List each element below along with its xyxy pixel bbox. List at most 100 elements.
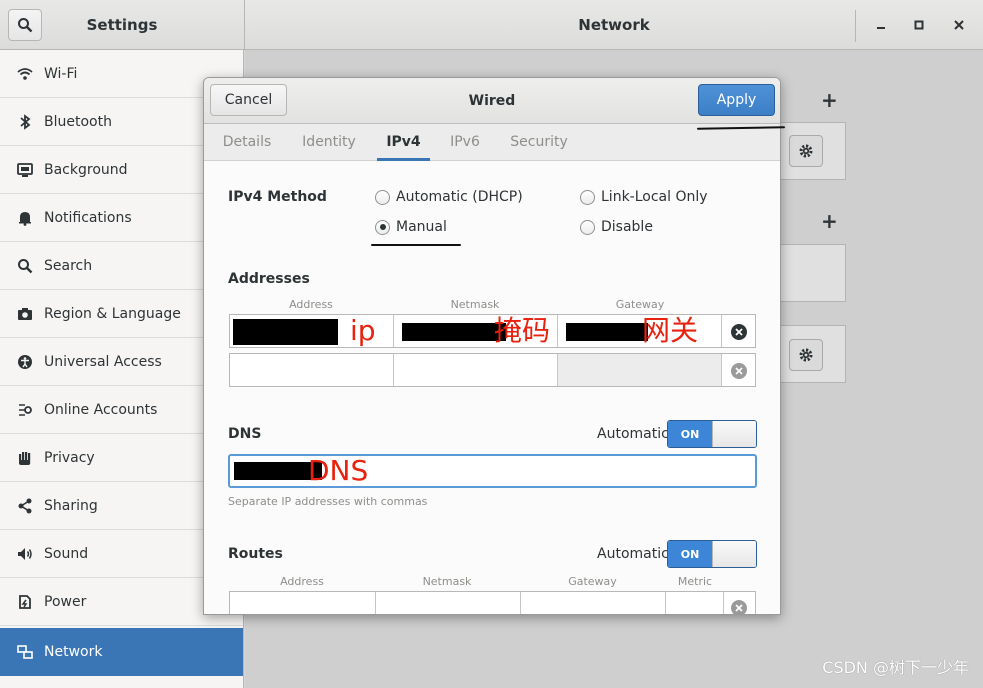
gateway-field[interactable] — [558, 354, 722, 386]
delete-route-button[interactable] — [731, 600, 747, 614]
network-icon — [16, 643, 34, 661]
sidebar-item-label: Bluetooth — [44, 113, 112, 130]
dialog-header: Cancel Wired Apply — [204, 78, 780, 124]
sidebar-item-label: Network — [44, 644, 103, 660]
gear-icon — [799, 348, 813, 362]
redaction — [402, 323, 506, 341]
sidebar-item-label: Sharing — [44, 497, 98, 514]
route-row-1 — [229, 591, 756, 614]
wired-settings-button[interactable] — [789, 135, 823, 167]
delete-address-button[interactable] — [731, 324, 747, 340]
col-route-metric: Metric — [677, 575, 713, 588]
col-address: Address — [289, 298, 333, 311]
search-button[interactable] — [8, 9, 42, 41]
address-field[interactable]: ip — [230, 315, 394, 347]
route-metric-field[interactable] — [666, 592, 724, 614]
address-field[interactable] — [230, 354, 394, 386]
tab-security[interactable]: Security — [503, 124, 575, 161]
bell-icon — [16, 209, 34, 227]
radio-label: Automatic (DHCP) — [396, 189, 523, 205]
radio-disable[interactable]: Disable — [580, 219, 653, 235]
radio-manual[interactable]: Manual — [375, 219, 447, 235]
minimize-icon — [877, 27, 885, 29]
dialog-tabs: Details Identity IPv4 IPv6 Security — [204, 124, 780, 161]
accessibility-icon — [16, 353, 34, 371]
sidebar-item-network[interactable]: Network — [0, 628, 243, 676]
route-netmask-field[interactable] — [376, 592, 521, 614]
sidebar-item-label: Universal Access — [44, 353, 162, 370]
bluetooth-icon — [16, 113, 34, 131]
redaction — [233, 319, 338, 345]
netmask-field[interactable]: 掩码 — [394, 315, 558, 347]
tab-details[interactable]: Details — [214, 124, 280, 161]
power-icon — [16, 593, 34, 611]
col-route-address: Address — [280, 575, 324, 588]
tab-identity[interactable]: Identity — [294, 124, 364, 161]
radio-label: Manual — [396, 219, 447, 235]
close-icon — [735, 328, 743, 336]
col-route-netmask: Netmask — [422, 575, 472, 588]
close-icon — [954, 20, 964, 30]
minimize-button[interactable] — [870, 14, 892, 36]
hand-icon — [16, 449, 34, 467]
gateway-field[interactable]: 网关 — [558, 315, 722, 347]
sidebar-item-label: Region & Language — [44, 305, 181, 322]
wired-dialog: Cancel Wired Apply Details Identity IPv4… — [203, 77, 781, 615]
sidebar-item-label: Search — [44, 257, 93, 274]
toggle-knob — [712, 541, 756, 567]
sidebar-item-label: Online Accounts — [44, 401, 158, 418]
camera-icon — [16, 305, 34, 323]
toggle-knob — [712, 421, 756, 447]
col-route-gateway: Gateway — [568, 575, 617, 588]
sidebar-item-label: Privacy — [44, 449, 95, 466]
add-connection-icon[interactable]: + — [821, 88, 838, 112]
dns-hint: Separate IP addresses with commas — [228, 495, 428, 508]
routes-automatic-toggle[interactable]: ON — [667, 540, 757, 568]
background-icon — [16, 161, 34, 179]
route-gateway-field[interactable] — [521, 592, 666, 614]
speaker-icon — [16, 545, 34, 563]
dns-automatic-toggle[interactable]: ON — [667, 420, 757, 448]
manual-underline-mark — [371, 244, 461, 246]
toggle-on-label: ON — [668, 421, 712, 447]
radio-label: Link-Local Only — [601, 189, 708, 205]
apply-button[interactable]: Apply — [698, 84, 775, 116]
ipv4-method-label: IPv4 Method — [228, 189, 327, 205]
share-icon — [16, 497, 34, 515]
dns-label: DNS — [228, 426, 262, 442]
wifi-icon — [16, 65, 34, 83]
dns-automatic-label: Automatic — [597, 426, 669, 442]
ipv4-content: IPv4 Method Automatic (DHCP) Link-Local … — [204, 161, 780, 614]
proxy-card — [775, 325, 846, 383]
accounts-icon — [16, 401, 34, 419]
tab-ipv4[interactable]: IPv4 — [377, 124, 430, 161]
dialog-title: Wired — [468, 93, 516, 109]
radio-label: Disable — [601, 219, 653, 235]
maximize-button[interactable] — [908, 14, 930, 36]
radio-circle-selected — [375, 219, 390, 235]
sidebar-item-label: Sound — [44, 545, 89, 562]
close-button[interactable] — [948, 14, 970, 36]
cancel-button[interactable]: Cancel — [210, 84, 287, 116]
delete-address-button[interactable] — [731, 363, 747, 379]
search-icon — [18, 18, 33, 33]
address-row-1: ip 掩码 网关 — [229, 314, 756, 348]
address-row-2 — [229, 353, 756, 387]
annotation-gateway: 网关 — [642, 314, 699, 347]
proxy-settings-button[interactable] — [789, 339, 823, 371]
redaction — [566, 323, 648, 341]
tab-ipv6[interactable]: IPv6 — [441, 124, 489, 161]
radio-automatic-dhcp[interactable]: Automatic (DHCP) — [375, 189, 523, 205]
maximize-icon — [914, 20, 924, 30]
add-vpn-icon[interactable]: + — [821, 209, 838, 233]
netmask-field[interactable] — [394, 354, 558, 386]
routes-label: Routes — [228, 546, 283, 562]
header-bar: Settings Network — [0, 0, 983, 50]
col-gateway: Gateway — [615, 298, 665, 311]
radio-link-local[interactable]: Link-Local Only — [580, 189, 708, 205]
dns-input[interactable]: DNS — [228, 454, 757, 488]
annotation-netmask: 掩码 — [494, 314, 551, 347]
route-address-field[interactable] — [230, 592, 376, 614]
toggle-on-label: ON — [668, 541, 712, 567]
annotation-ip: ip — [350, 314, 376, 347]
